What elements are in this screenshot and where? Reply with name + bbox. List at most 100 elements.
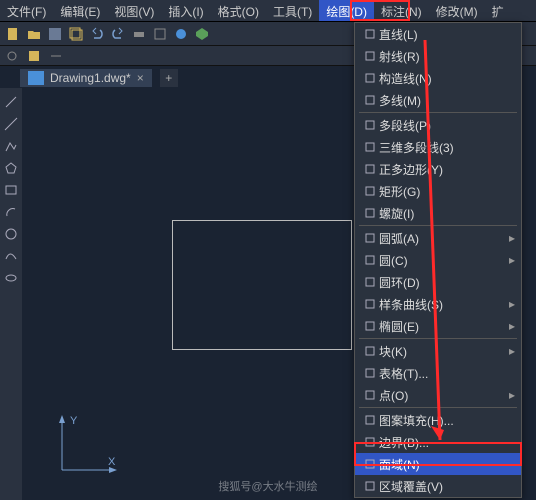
linetype-icon[interactable] bbox=[48, 48, 64, 64]
menu-item[interactable]: 多段线(P) bbox=[355, 114, 521, 136]
close-icon[interactable]: × bbox=[137, 71, 144, 85]
color-icon[interactable] bbox=[26, 48, 42, 64]
menu-item[interactable]: 射线(R) bbox=[355, 45, 521, 67]
menu-item[interactable]: 样条曲线(S)▸ bbox=[355, 293, 521, 315]
menu-item[interactable]: 图案填充(H)... bbox=[355, 409, 521, 431]
redo-icon[interactable] bbox=[109, 25, 127, 43]
menu-item-label: 螺旋(I) bbox=[379, 205, 515, 222]
menu-item[interactable]: 修改(M) bbox=[429, 0, 485, 21]
menu-item[interactable]: 圆(C)▸ bbox=[355, 249, 521, 271]
menu-item-label: 圆(C) bbox=[379, 252, 509, 269]
pline-icon[interactable] bbox=[3, 138, 19, 154]
app-icon[interactable] bbox=[193, 25, 211, 43]
menu-item[interactable]: 边界(B)... bbox=[355, 431, 521, 453]
menu-item[interactable]: 绘图(D) bbox=[319, 0, 374, 21]
ellipse-icon[interactable] bbox=[3, 270, 19, 286]
circle-icon[interactable] bbox=[3, 226, 19, 242]
menu-separator bbox=[359, 225, 517, 226]
menu-separator bbox=[359, 338, 517, 339]
table-icon bbox=[361, 367, 379, 379]
menu-item-label: 多段线(P) bbox=[379, 117, 515, 134]
block-icon bbox=[361, 345, 379, 357]
menu-item[interactable]: 文件(F) bbox=[0, 0, 53, 21]
menu-item[interactable]: 格式(O) bbox=[211, 0, 266, 21]
menu-item[interactable]: 点(O)▸ bbox=[355, 384, 521, 406]
arc-icon[interactable] bbox=[3, 204, 19, 220]
line-icon[interactable] bbox=[3, 94, 19, 110]
menu-item[interactable]: 编辑(E) bbox=[53, 0, 107, 21]
new-icon[interactable] bbox=[4, 25, 22, 43]
menu-item[interactable]: 螺旋(I) bbox=[355, 202, 521, 224]
menu-item[interactable]: 正多边形(Y) bbox=[355, 158, 521, 180]
menu-item[interactable]: 表格(T)... bbox=[355, 362, 521, 384]
menu-separator bbox=[359, 112, 517, 113]
menu-item[interactable]: 区域覆盖(V) bbox=[355, 475, 521, 497]
menu-item[interactable]: 圆弧(A)▸ bbox=[355, 227, 521, 249]
submenu-arrow-icon: ▸ bbox=[509, 253, 515, 267]
menu-item-label: 图案填充(H)... bbox=[379, 412, 515, 429]
menu-item-label: 边界(B)... bbox=[379, 434, 515, 451]
dwg-icon bbox=[28, 71, 44, 85]
tab-label: Drawing1.dwg* bbox=[50, 71, 131, 85]
circle-icon bbox=[361, 254, 379, 266]
close-all-icon[interactable] bbox=[67, 25, 85, 43]
menu-item[interactable]: 块(K)▸ bbox=[355, 340, 521, 362]
layer-icon[interactable] bbox=[4, 48, 20, 64]
boundary-icon bbox=[361, 436, 379, 448]
menu-item[interactable]: 构造线(N) bbox=[355, 67, 521, 89]
menu-item[interactable]: 标注(N) bbox=[374, 0, 429, 21]
hatch-icon bbox=[361, 414, 379, 426]
share-icon[interactable] bbox=[172, 25, 190, 43]
submenu-arrow-icon: ▸ bbox=[509, 231, 515, 245]
menu-item[interactable]: 圆环(D) bbox=[355, 271, 521, 293]
menu-item[interactable]: 面域(N) bbox=[355, 453, 521, 475]
menubar: 文件(F)编辑(E)视图(V)插入(I)格式(O)工具(T)绘图(D)标注(N)… bbox=[0, 0, 536, 22]
menu-item-label: 点(O) bbox=[379, 387, 509, 404]
menu-item[interactable]: 插入(I) bbox=[161, 0, 210, 21]
mline-icon bbox=[361, 94, 379, 106]
drawn-rectangle bbox=[172, 220, 352, 350]
helix-icon bbox=[361, 207, 379, 219]
point-icon bbox=[361, 389, 379, 401]
arc-icon bbox=[361, 232, 379, 244]
preview-icon[interactable] bbox=[151, 25, 169, 43]
submenu-arrow-icon: ▸ bbox=[509, 319, 515, 333]
menu-item[interactable]: 多线(M) bbox=[355, 89, 521, 111]
watermark: 搜狐号@大水牛测绘 bbox=[218, 478, 317, 494]
region-icon bbox=[361, 458, 379, 470]
menu-item[interactable]: 扩 bbox=[485, 0, 511, 21]
menu-item[interactable]: 矩形(G) bbox=[355, 180, 521, 202]
menu-item[interactable]: 视图(V) bbox=[107, 0, 161, 21]
menu-item-label: 椭圆(E) bbox=[379, 318, 509, 335]
plot-icon[interactable] bbox=[130, 25, 148, 43]
save-icon[interactable] bbox=[46, 25, 64, 43]
document-tab[interactable]: Drawing1.dwg* × bbox=[20, 69, 152, 87]
rectangle-icon[interactable] bbox=[3, 182, 19, 198]
3dpoly-icon bbox=[361, 141, 379, 153]
svg-text:Y: Y bbox=[70, 415, 78, 427]
menu-item-label: 面域(N) bbox=[379, 456, 515, 473]
menu-item-label: 射线(R) bbox=[379, 48, 515, 65]
svg-text:X: X bbox=[108, 456, 116, 468]
menu-item-label: 正多边形(Y) bbox=[379, 161, 515, 178]
menu-item-label: 矩形(G) bbox=[379, 183, 515, 200]
menu-item[interactable]: 直线(L) bbox=[355, 23, 521, 45]
undo-icon[interactable] bbox=[88, 25, 106, 43]
xline-icon[interactable] bbox=[3, 116, 19, 132]
menu-item-label: 直线(L) bbox=[379, 26, 515, 43]
spline-icon[interactable] bbox=[3, 248, 19, 264]
menu-item[interactable]: 椭圆(E)▸ bbox=[355, 315, 521, 337]
open-icon[interactable] bbox=[25, 25, 43, 43]
submenu-arrow-icon: ▸ bbox=[509, 388, 515, 402]
ucs-icon: Y X bbox=[52, 410, 122, 480]
menu-item-label: 圆环(D) bbox=[379, 274, 515, 291]
new-tab-button[interactable]: + bbox=[160, 69, 178, 87]
ray-icon bbox=[361, 50, 379, 62]
menu-item-label: 区域覆盖(V) bbox=[379, 478, 515, 495]
spline-icon bbox=[361, 298, 379, 310]
menu-item[interactable]: 三维多段线(3) bbox=[355, 136, 521, 158]
line-icon bbox=[361, 28, 379, 40]
pline-icon bbox=[361, 119, 379, 131]
polygon-icon[interactable] bbox=[3, 160, 19, 176]
menu-item[interactable]: 工具(T) bbox=[266, 0, 319, 21]
